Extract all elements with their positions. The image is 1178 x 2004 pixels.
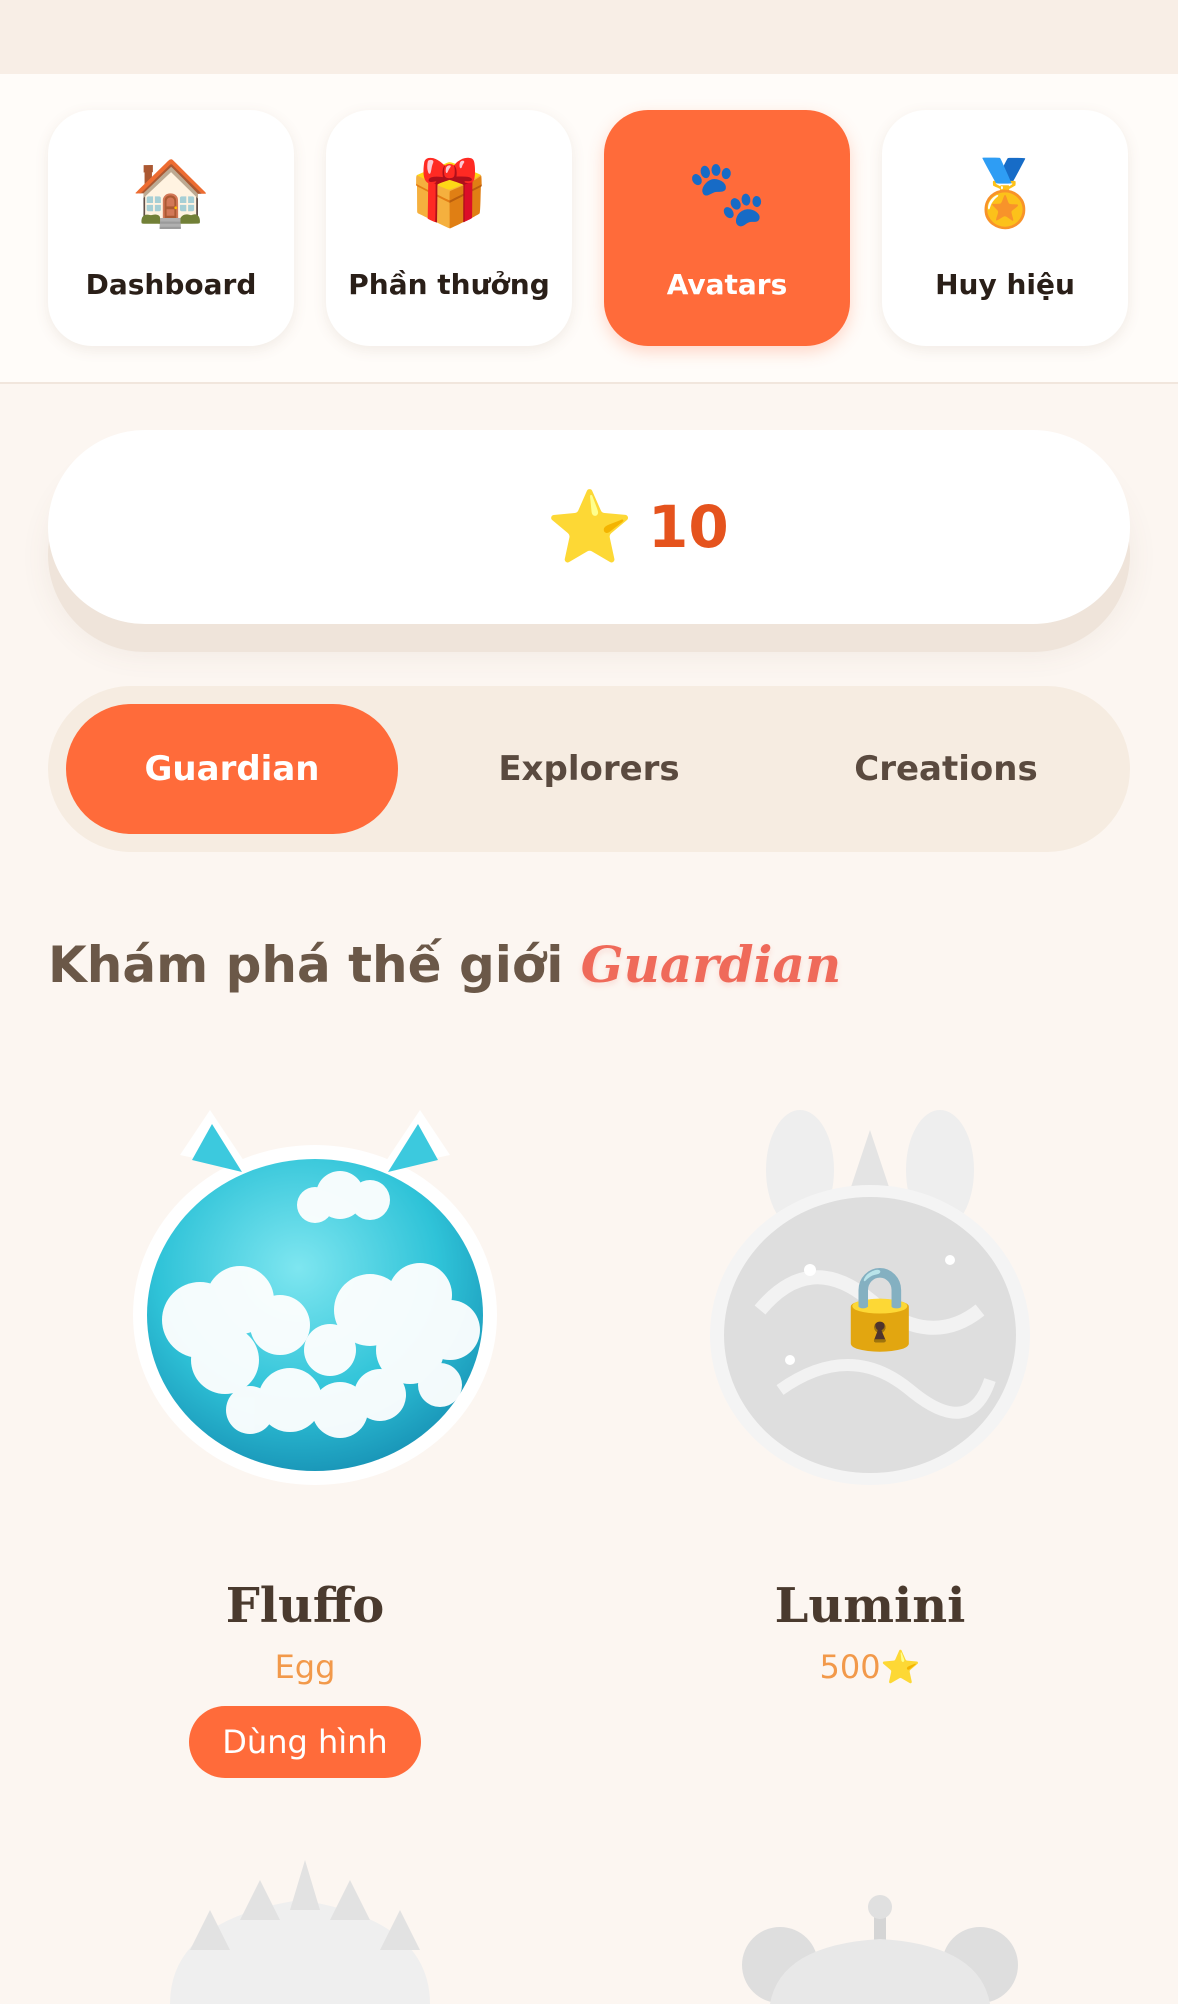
avatar-price: 500⭐: [819, 1648, 921, 1686]
avatar-name: Lumini: [774, 1578, 966, 1634]
tab-creations[interactable]: Creations: [780, 704, 1112, 834]
use-avatar-button[interactable]: Dùng hình: [189, 1706, 421, 1778]
tab-explorers[interactable]: Explorers: [423, 704, 755, 834]
nav-label: Avatars: [666, 268, 788, 301]
lock-icon: 🔒: [830, 1261, 930, 1354]
star-balance-card: ⭐ 10: [48, 430, 1130, 624]
section-title-prefix: Khám phá thế giới: [48, 936, 564, 994]
avatar-name: Fluffo: [225, 1578, 385, 1634]
paw-prints-icon: 🐾: [687, 157, 767, 231]
avatar-card-lumini: Lumini 500⭐: [690, 1578, 1050, 1718]
spiky-avatar-preview[interactable]: [150, 1860, 450, 2004]
tab-guardian[interactable]: Guardian: [66, 704, 398, 834]
house-icon: 🏠: [131, 157, 211, 231]
section-title: Khám phá thế giới Guardian: [48, 930, 841, 1000]
nav-dashboard[interactable]: 🏠 Dashboard: [48, 110, 294, 346]
medal-icon: 🏅: [965, 157, 1045, 231]
section-title-accent: Guardian: [580, 935, 842, 994]
star-count: 10: [648, 493, 729, 561]
category-tabs: Guardian Explorers Creations: [48, 686, 1130, 852]
round-avatar-preview[interactable]: [740, 1895, 1020, 2004]
fluffo-avatar-image[interactable]: [130, 1100, 500, 1490]
nav-rewards[interactable]: 🎁 Phần thưởng: [326, 110, 572, 346]
avatar-card-fluffo: Fluffo Egg Dùng hình: [120, 1578, 490, 1788]
top-navigation: 🏠 Dashboard 🎁 Phần thưởng 🐾 Avatars 🏅 Hu…: [0, 74, 1178, 384]
status-bar-area: [0, 0, 1178, 74]
nav-label: Phần thưởng: [348, 268, 550, 301]
star-icon: ⭐: [546, 486, 634, 568]
nav-label: Huy hiệu: [935, 268, 1075, 301]
nav-label: Dashboard: [85, 268, 257, 301]
nav-badges[interactable]: 🏅 Huy hiệu: [882, 110, 1128, 346]
gift-icon: 🎁: [409, 157, 489, 231]
nav-avatars[interactable]: 🐾 Avatars: [604, 110, 850, 346]
avatar-subtitle: Egg: [274, 1648, 336, 1686]
